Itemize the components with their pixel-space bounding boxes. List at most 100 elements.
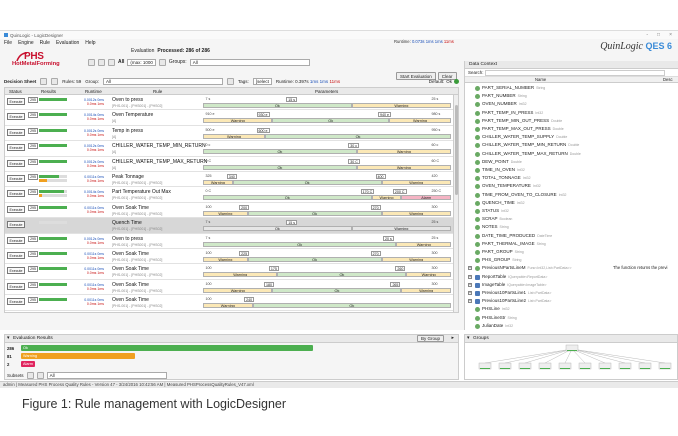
expand-icon[interactable]: + xyxy=(468,274,472,279)
minimize-button[interactable]: - xyxy=(646,32,648,38)
data-context-item[interactable]: + ReportTable IQueryable<ReportData> xyxy=(465,274,678,282)
settings-icon[interactable] xyxy=(158,58,166,66)
data-context-item[interactable]: PART_TEMP_MAX_OUT_PRESS Double xyxy=(465,126,678,134)
data-context-item[interactable]: TIME_IN_OVEN Int32 xyxy=(465,167,678,175)
parameter-segment[interactable]: Ok xyxy=(272,287,402,293)
parameter-segment[interactable]: Warning xyxy=(203,118,273,124)
parameter-segment[interactable]: Ok xyxy=(252,303,451,309)
eval-db-icon[interactable] xyxy=(88,58,95,66)
expand-icon[interactable]: + xyxy=(468,266,472,271)
data-context-item[interactable]: JulianDate Int32 xyxy=(465,323,678,330)
col-status[interactable]: Status xyxy=(9,89,22,94)
execute-button[interactable]: Execute xyxy=(7,252,25,259)
data-context-item[interactable]: DEW_POINT Double xyxy=(465,159,678,167)
expand-icon[interactable]: + xyxy=(468,291,472,295)
parameter-segment[interactable]: Ok xyxy=(203,103,352,108)
parameter-segment[interactable]: Warning xyxy=(351,103,451,108)
rule-row[interactable]: Execute 295 0.0012s 0ms 0.0ms 1ms Oven to pr… xyxy=(5,234,458,249)
data-context-item[interactable]: + PreviousNPartsLineM Func<Int32,List<Part… xyxy=(465,265,678,273)
col-rule[interactable]: Rule xyxy=(153,89,162,94)
parameter-segment[interactable]: Warning xyxy=(203,303,253,309)
threshold-input[interactable]: 200 C xyxy=(392,189,407,195)
rule-row[interactable]: Execute 295 0.0014s 0ms 0.0ms 1ms Part Tempe… xyxy=(5,187,458,203)
menu-engine[interactable]: Engine xyxy=(18,40,34,46)
execute-button[interactable]: Execute xyxy=(7,159,25,167)
execute-button[interactable]: Execute xyxy=(7,113,25,121)
threshold-input[interactable]: 30 c xyxy=(348,143,360,149)
execute-button[interactable]: Execute xyxy=(7,128,25,136)
data-context-item[interactable]: CHILLER_WATER_TEMP_SUPPLY Double xyxy=(465,134,678,142)
parameter-segment[interactable]: Ok xyxy=(203,195,372,201)
evaluation-result-row[interactable]: 81 Warning xyxy=(7,353,457,360)
rule-row[interactable]: Execute 295 0.0012s 0ms 0.0ms 1ms Oven to pr… xyxy=(5,95,458,111)
eval-edit-icon[interactable] xyxy=(98,58,105,66)
parameter-segment[interactable]: Warning xyxy=(381,180,451,185)
parameter-segment[interactable]: Ok xyxy=(203,226,352,232)
menu-rule[interactable]: Rule xyxy=(40,40,50,46)
col-parameters[interactable]: Parameters xyxy=(315,89,338,94)
execute-button[interactable]: Execute xyxy=(7,267,25,275)
threshold-input[interactable]: 170 C xyxy=(360,189,375,195)
parameter-segment[interactable]: Warning xyxy=(203,272,278,278)
threshold-input[interactable]: 930 e xyxy=(256,112,270,118)
parameter-segment[interactable]: Ok xyxy=(272,118,389,124)
parameter-segment[interactable]: Ok xyxy=(277,272,407,278)
data-context-item[interactable]: STATUS Int32 xyxy=(465,208,678,216)
col-name[interactable]: Name xyxy=(535,77,546,82)
parameter-segment[interactable]: Alarm xyxy=(401,195,451,201)
parameter-segment[interactable]: Warning xyxy=(203,257,248,262)
rule-row[interactable]: Execute Quench Time [PHS-001] - [PHS001] -… xyxy=(5,218,458,234)
parameter-segment[interactable]: Warning xyxy=(396,241,451,247)
subsets-select[interactable]: All xyxy=(46,372,167,379)
interval-select[interactable]: (max: 1000 xyxy=(127,58,156,66)
rule-row[interactable]: Execute 295 0.0011s 0ms 0.0ms 1ms Oven Soak … xyxy=(5,203,458,219)
evaluation-result-row[interactable]: 286 Ok xyxy=(7,345,457,352)
parameter-segment[interactable]: Warning xyxy=(381,210,451,216)
execute-button[interactable]: Execute xyxy=(7,236,25,244)
threshold-input[interactable]: 20 s xyxy=(383,235,394,241)
execute-button[interactable]: Execute xyxy=(7,175,25,182)
data-context-item[interactable]: PART_THERMAL_IMAGE String xyxy=(465,241,678,249)
data-context-item[interactable]: PART_TEMP_IN_PRESS Int32 xyxy=(465,110,678,118)
col-desc[interactable]: Desc xyxy=(663,77,673,82)
data-context-item[interactable]: + Previous10PartsLine1 List<PartData> xyxy=(465,290,678,298)
parameter-segment[interactable]: Warning xyxy=(351,226,451,232)
data-context-item[interactable]: NOTES String xyxy=(465,224,678,232)
data-context-item[interactable]: DATE_TIME_PRODUCED DateTime xyxy=(465,233,678,241)
rule-row[interactable]: Execute 295 0.0012s 0ms 0.0ms 1ms Temp in pr… xyxy=(5,126,458,142)
data-context-item[interactable]: PHSLineStr String xyxy=(465,315,678,323)
rules-scrollbar[interactable] xyxy=(453,95,458,312)
execute-button[interactable]: Execute xyxy=(7,221,25,229)
groups-select[interactable]: All xyxy=(189,58,310,66)
parameter-segment[interactable]: Warning xyxy=(406,272,451,278)
data-context-item[interactable]: OVEN_NUMBER Int32 xyxy=(465,101,678,109)
execute-button[interactable]: Execute xyxy=(7,98,25,105)
data-context-item[interactable]: PHS_GROUP String xyxy=(465,257,678,265)
threshold-input[interactable]: 940 e xyxy=(378,112,392,118)
rule-row[interactable]: Execute 295 0.0011s 0ms 0.0ms 1ms Oven Soak … xyxy=(5,249,458,265)
evaluation-result-row[interactable]: 2 Alarm xyxy=(7,361,457,368)
threshold-input[interactable]: 340 xyxy=(226,174,237,179)
parameter-segment[interactable]: Warning xyxy=(381,257,451,262)
close-button[interactable]: × xyxy=(669,32,672,38)
data-context-item[interactable]: TIME_FROM_OVEN_TO_CLOSURE Int32 xyxy=(465,192,678,200)
parameter-segment[interactable]: Ok xyxy=(232,180,382,185)
col-runtime[interactable]: Runtime xyxy=(85,89,102,94)
rule-row[interactable]: Execute 295 0.0012s 0ms 0.0ms 1ms CHILLER_WA… xyxy=(5,157,458,172)
rule-row[interactable]: Execute 295 0.0011s 0ms 0.0ms 1ms Oven Soak … xyxy=(5,280,458,296)
data-context-item[interactable]: PART_NUMBER String xyxy=(465,93,678,101)
data-context-item[interactable]: + Previous10PartsLine2 List<PartData> xyxy=(465,298,678,306)
search-input[interactable] xyxy=(484,69,665,76)
threshold-input[interactable]: 30 C xyxy=(348,158,360,164)
data-context-item[interactable]: OVEN_TEMPERATURE Int32 xyxy=(465,183,678,191)
parameter-segment[interactable]: Ok xyxy=(203,241,397,247)
panel-options-icon[interactable]: ▸ xyxy=(451,335,454,342)
parameter-segment[interactable]: Warning xyxy=(401,287,451,293)
execute-button[interactable]: Execute xyxy=(7,205,25,213)
data-context-item[interactable]: PHSLine Int32 xyxy=(465,306,678,314)
expand-icon[interactable]: + xyxy=(468,282,472,287)
threshold-input[interactable]: 200 xyxy=(239,204,250,210)
ds-edit-icon[interactable] xyxy=(51,77,59,85)
maximize-button[interactable]: □ xyxy=(657,32,660,38)
rule-row[interactable]: Execute 295 0.0012s 0ms 0.0ms 1ms CHILLER_WA… xyxy=(5,141,458,157)
